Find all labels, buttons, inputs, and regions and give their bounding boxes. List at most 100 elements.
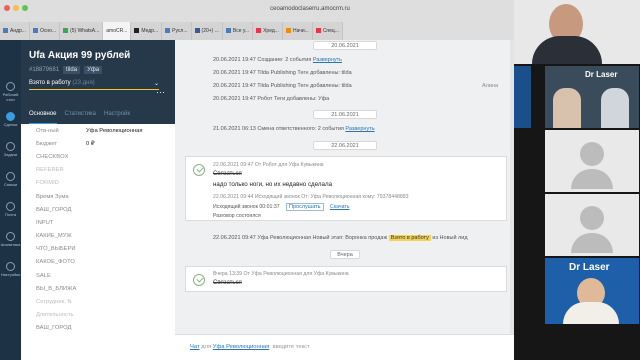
sidebar-item-settings[interactable]: Настройки [0,262,21,277]
tab-favicon-icon [315,28,321,34]
field-row[interactable]: ВЫ_В_БЛИЖА [36,282,175,295]
tab-favicon-icon [165,28,171,34]
screen: ceoamodoclaserru.amocrm.ru Андр... Осно.… [0,0,640,360]
feed-event: 22.06.2021 09:47 Уфа Революционная Новый… [213,235,468,241]
deals-icon [6,112,15,121]
field-row[interactable]: Бюджет 0 ₽ [36,137,175,150]
date-divider: Вчера [330,250,360,259]
field-row[interactable]: ЧТО_ВЫБЕРИ [36,243,175,256]
participant-photo [601,88,629,128]
field-row[interactable]: SALE [36,269,175,282]
app-sidebar: Рабочий стол Сделки Задачи Списки Почта … [0,40,21,360]
field-value[interactable]: Уфа Революционная [86,128,143,134]
browser-tab[interactable]: Медр... [131,22,163,40]
more-icon[interactable]: ··· [156,87,165,97]
participant-body [532,36,602,64]
field-row[interactable]: ВАШ_ГОРОД [36,322,175,335]
field-label: INPUT [36,219,54,226]
message-composer[interactable]: Чат для Уфа Революционная: введите текст [175,334,514,360]
field-row[interactable]: Отв-ный Уфа Революционная [36,124,175,137]
field-row[interactable]: КАКИЕ_МУЖ [36,230,175,243]
sidebar-item-tasks[interactable]: Задачи [0,142,21,157]
composer-chat-link[interactable]: Чат [190,344,200,350]
feed-event: 20.06.2021 19:47 Tilda Publishing Тегн д… [213,83,352,89]
browser-tab[interactable]: Русл... [162,22,192,40]
video-tile[interactable] [545,194,639,256]
call-status: Разговор состоялся [213,213,261,219]
expand-link[interactable]: Развернуть [345,126,374,132]
close-dot-icon[interactable] [4,5,10,11]
browser-tab[interactable]: Начи... [282,22,313,40]
status-days: (23 дня) [72,80,95,86]
tag[interactable]: tilda [63,66,81,74]
field-label: КАКОЕ_ФОТО [36,259,75,266]
browser-tab[interactable]: (5) WhatsA... [60,22,104,40]
gear-icon [6,262,15,271]
expand-link[interactable]: Развернуть [313,57,342,63]
tab-settings[interactable]: Настройк [104,111,130,124]
participant-body [563,302,619,324]
tab-favicon-icon [285,28,291,34]
maximize-dot-icon[interactable] [22,5,28,11]
tag[interactable]: Уфа [84,66,103,74]
browser-tab[interactable]: Спец... [312,22,343,40]
sidebar-item-mail[interactable]: Почта [0,202,21,217]
field-row[interactable]: FORMID [36,177,175,190]
feed-event: 20.06.2021 19:47 Робот Теги добавлены: У… [213,96,330,102]
sidebar-item-lists[interactable]: Списки [0,172,21,187]
browser-tab[interactable]: (20+) ... [191,22,223,40]
activity-feed: 20.06.2021 20.06.2021 19:47 Создание: 2 … [175,40,514,360]
status-select[interactable]: Взято в работу (23 дня) ⌄ [29,80,159,90]
field-row[interactable]: Сотрудник, N [36,295,175,308]
video-tile[interactable]: Dr Laser [545,66,639,128]
browser-tab[interactable]: Андр... [0,22,30,40]
field-row[interactable]: CHECKBOX [36,150,175,163]
task-type: Связаться [213,280,242,286]
field-label: ВАШ_ГОРОД [36,206,72,213]
video-call-panel: Dr Laser Dr Laser [514,0,640,360]
check-icon[interactable] [193,164,205,176]
field-row[interactable]: КАКОЕ_ФОТО [36,256,175,269]
browser-tab-active[interactable]: amoCR... [103,22,132,40]
stage-badge: Взято в работу [388,235,431,241]
download-link[interactable]: Скачать [330,204,349,210]
call-meta: 22.06.2021 09:44 Исходящий звонок От: Уф… [213,194,409,200]
feed-event: 21.06.2021 06:13 Смена ответственного: 2… [213,126,375,132]
listen-button[interactable]: Прослушать [286,203,324,211]
call-duration: Исходящий звонок 00:01:37 [213,204,280,210]
participant-photo [553,88,581,128]
field-label: ЧТО_ВЫБЕРИ [36,246,76,253]
video-tile[interactable] [545,130,639,192]
lead-fields: Отв-ный Уфа Революционная Бюджет 0 ₽ CHECKBO… [21,124,175,360]
check-icon[interactable] [193,274,205,286]
tab-favicon-icon [134,28,140,34]
field-row[interactable]: ВАШ_ГОРОД [36,203,175,216]
tab-stats[interactable]: Статистика [65,111,97,124]
sidebar-item-desktop[interactable]: Рабочий стол [0,82,21,102]
sidebar-item-analytics[interactable]: Аналитика [0,232,21,247]
video-tile[interactable]: Dr Laser [545,258,639,324]
browser-tab[interactable]: Все у... [222,22,254,40]
composer-recipient-link[interactable]: Уфа Революционная [213,344,270,350]
tab-main[interactable]: Основное [29,111,57,124]
lead-title[interactable]: Ufa Акция 99 рублей [29,50,167,61]
task-result: надо только ноги, но их недавно сделала [213,181,333,188]
tab-favicon-icon [32,28,38,34]
tab-favicon-icon [225,28,231,34]
sidebar-item-deals[interactable]: Сделки [0,112,21,127]
status-row: Взято в работу (23 дня) ⌄ [29,80,167,90]
field-value[interactable]: 0 ₽ [86,141,95,147]
field-row[interactable]: Время Зума [36,190,175,203]
feed-user-link[interactable]: Алина [482,83,498,89]
field-row[interactable]: Длительность [36,309,175,322]
lead-tags: #18879681 tilda Уфа [29,66,167,74]
browser-tab[interactable]: Хред... [253,22,283,40]
task-meta: 22.06.2021 09:47 От Робот для Уфа Кувыки… [213,162,324,168]
minimize-dot-icon[interactable] [13,5,19,11]
browser-tab[interactable]: Осно... [29,22,61,40]
field-row[interactable]: REFERER [36,164,175,177]
address-bar[interactable]: ceoamodoclaserru.amocrm.ru [220,3,400,15]
video-tile-speaker[interactable] [514,0,640,64]
field-row[interactable]: INPUT [36,216,175,229]
task-type: Связаться [213,171,242,177]
